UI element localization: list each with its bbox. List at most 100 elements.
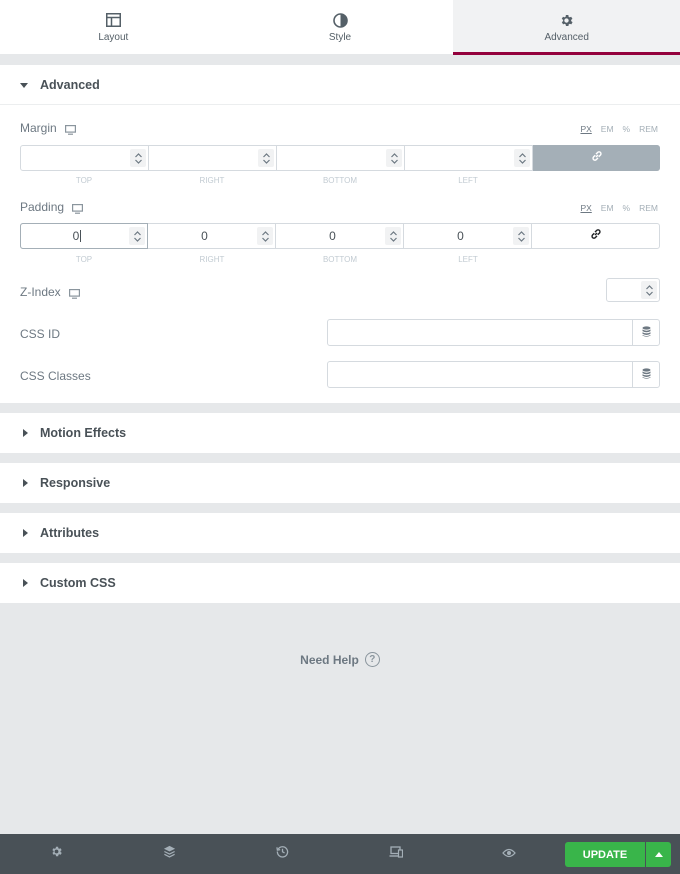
padding-left-input[interactable]: 0	[404, 224, 532, 248]
side-label-top: TOP	[75, 255, 93, 264]
dynamic-tags-button[interactable]	[632, 362, 659, 387]
desktop-icon[interactable]	[72, 203, 84, 214]
padding-right-input[interactable]: 0	[148, 224, 276, 248]
tab-advanced[interactable]: Advanced	[453, 0, 680, 55]
settings-button[interactable]	[0, 834, 113, 874]
margin-left-input[interactable]	[405, 146, 533, 170]
stepper-icon[interactable]	[258, 149, 274, 167]
side-label-left: LEFT	[458, 176, 478, 185]
database-icon	[642, 324, 651, 342]
margin-label: Margin	[20, 121, 76, 135]
history-icon	[276, 845, 289, 863]
unit-rem[interactable]: REM	[639, 124, 658, 134]
history-button[interactable]	[226, 834, 339, 874]
unit-percent[interactable]: %	[623, 124, 631, 134]
custom-css-title: Custom CSS	[40, 576, 116, 590]
tab-layout[interactable]: Layout	[0, 0, 227, 54]
stepper-icon[interactable]	[385, 227, 401, 245]
attributes-header[interactable]: Attributes	[0, 513, 680, 553]
dynamic-tags-button[interactable]	[632, 320, 659, 345]
tab-layout-label: Layout	[98, 32, 129, 43]
stepper-icon[interactable]	[514, 149, 530, 167]
css-id-label-text: CSS ID	[20, 327, 61, 341]
responsive-header[interactable]: Responsive	[0, 463, 680, 503]
side-label-left: LEFT	[458, 255, 478, 264]
padding-dimensions: 0 0 0 0	[20, 223, 660, 249]
database-icon	[642, 366, 651, 384]
responsive-title: Responsive	[40, 476, 111, 490]
unit-rem[interactable]: REM	[639, 203, 658, 213]
attributes-title: Attributes	[40, 526, 100, 540]
padding-top-value: 0	[72, 229, 80, 243]
preview-button[interactable]	[452, 834, 565, 874]
css-id-label: CSS ID	[20, 327, 60, 341]
unit-px[interactable]: PX	[580, 203, 591, 213]
save-options-button[interactable]	[646, 842, 671, 867]
motion-effects-header[interactable]: Motion Effects	[0, 413, 680, 453]
need-help-link[interactable]: Need Help ?	[0, 652, 680, 667]
css-classes-input[interactable]	[328, 362, 632, 387]
caret-right-icon	[23, 479, 28, 487]
unit-em[interactable]: EM	[601, 124, 614, 134]
padding-label-text: Padding	[20, 200, 65, 214]
responsive-section: Responsive	[0, 463, 680, 503]
padding-link-button[interactable]	[532, 224, 659, 248]
panel-tabs: Layout Style Advanced	[0, 0, 680, 55]
margin-bottom-input[interactable]	[277, 146, 405, 170]
stepper-icon[interactable]	[386, 149, 402, 167]
margin-dimensions	[20, 145, 660, 171]
margin-right-input[interactable]	[149, 146, 277, 170]
advanced-section-header[interactable]: Advanced	[0, 65, 680, 105]
margin-top-input[interactable]	[21, 146, 149, 170]
need-help-label: Need Help	[300, 652, 359, 667]
tab-style[interactable]: Style	[227, 0, 454, 54]
stepper-icon[interactable]	[257, 227, 273, 245]
side-label-bottom: BOTTOM	[322, 255, 358, 264]
css-classes-label-text: CSS Classes	[20, 369, 91, 383]
margin-link-button[interactable]	[533, 145, 660, 171]
caret-right-icon	[23, 579, 28, 587]
caret-right-icon	[23, 529, 28, 537]
desktop-icon[interactable]	[68, 288, 80, 299]
text-cursor	[80, 230, 82, 242]
gear-icon	[559, 12, 575, 28]
footer-bar: UPDATE	[0, 834, 680, 874]
layers-icon	[163, 845, 176, 863]
padding-bottom-input[interactable]: 0	[276, 224, 404, 248]
advanced-section: Advanced Margin PX EM % REM TOP RIGHT BO…	[0, 65, 680, 403]
margin-side-labels: TOP RIGHT BOTTOM LEFT	[20, 176, 532, 185]
stepper-icon[interactable]	[513, 227, 529, 245]
padding-right-value: 0	[201, 229, 208, 243]
attributes-section: Attributes	[0, 513, 680, 553]
motion-effects-section: Motion Effects	[0, 413, 680, 453]
advanced-body: Margin PX EM % REM TOP RIGHT BOTTOM LEFT	[0, 104, 680, 403]
update-button[interactable]: UPDATE	[565, 842, 645, 867]
margin-label-text: Margin	[20, 121, 57, 135]
css-classes-label: CSS Classes	[20, 369, 91, 383]
margin-units: PX EM % REM	[580, 124, 658, 134]
unit-em[interactable]: EM	[601, 203, 614, 213]
padding-side-labels: TOP RIGHT BOTTOM LEFT	[20, 255, 532, 264]
tab-advanced-label: Advanced	[544, 32, 589, 43]
unit-px[interactable]: PX	[580, 124, 591, 134]
stepper-icon[interactable]	[130, 149, 146, 167]
stepper-icon[interactable]	[641, 281, 657, 299]
stepper-icon[interactable]	[129, 227, 145, 245]
responsive-mode-button[interactable]	[339, 834, 452, 874]
css-id-input[interactable]	[328, 320, 632, 345]
zindex-input[interactable]	[606, 278, 660, 302]
padding-left-value: 0	[457, 229, 464, 243]
desktop-icon[interactable]	[64, 124, 76, 135]
link-icon	[591, 149, 603, 167]
zindex-label: Z-Index	[20, 285, 80, 299]
contrast-icon	[332, 12, 348, 28]
padding-top-input[interactable]: 0	[20, 223, 148, 249]
navigator-button[interactable]	[113, 834, 226, 874]
padding-units: PX EM % REM	[580, 203, 658, 213]
unit-percent[interactable]: %	[623, 203, 631, 213]
custom-css-header[interactable]: Custom CSS	[0, 563, 680, 603]
tab-style-label: Style	[328, 32, 352, 43]
side-label-top: TOP	[75, 176, 93, 185]
layout-icon	[105, 12, 121, 28]
css-classes-field	[327, 361, 660, 388]
